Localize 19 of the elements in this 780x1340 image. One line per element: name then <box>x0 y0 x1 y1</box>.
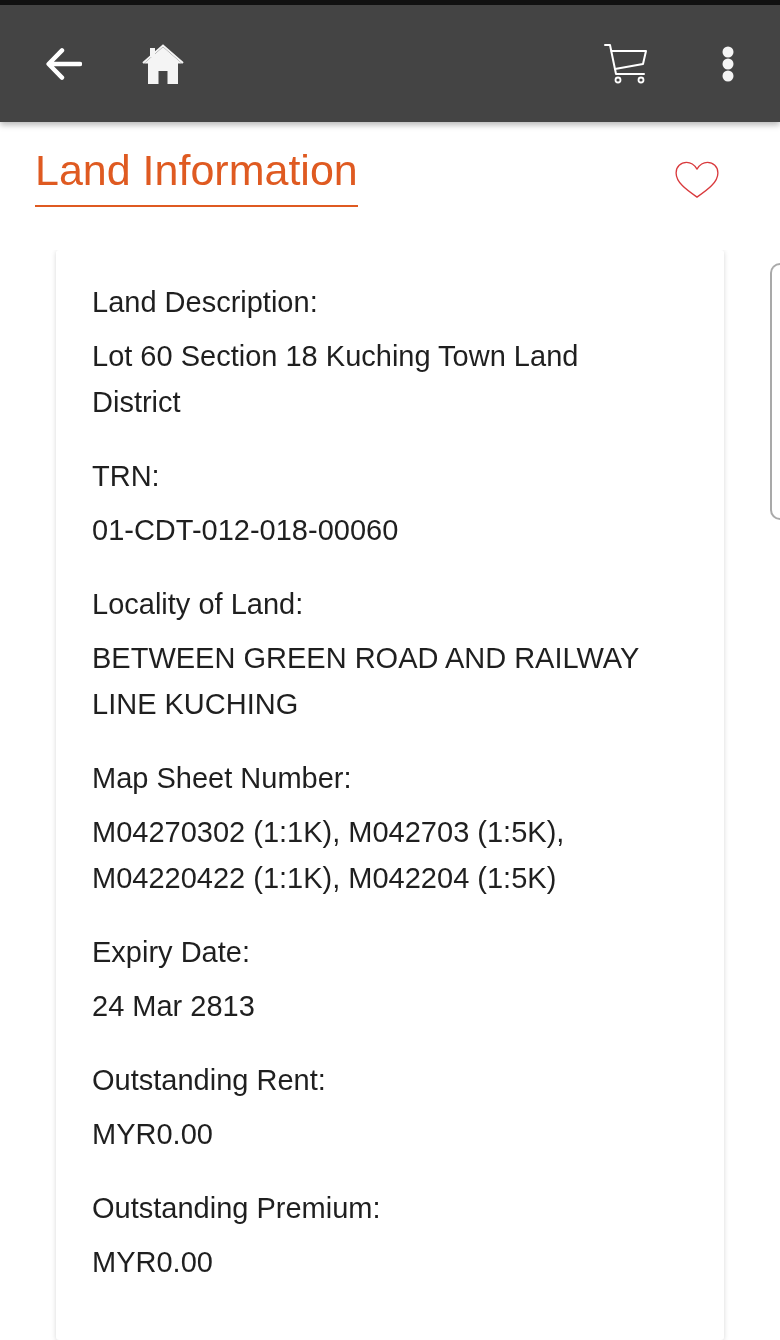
back-arrow-icon <box>46 45 82 82</box>
field-label: TRN: <box>92 459 161 494</box>
field-label: Locality of Land: <box>92 587 305 622</box>
house-icon <box>142 43 184 84</box>
field-value: Lot 60 Section 18 Kuching Town Land District <box>92 339 580 420</box>
page-title: Land Information <box>35 145 358 207</box>
field-value: 24 Mar 2813 <box>92 989 256 1024</box>
field-label: Expiry Date: <box>92 935 251 970</box>
cart-icon <box>604 43 648 84</box>
field-label: Map Sheet Number: <box>92 761 353 796</box>
field-value: M04270302 (1:1K), M042703 (1:5K), M04220422 (1:1K), M042204 (1:5K) <box>92 815 566 896</box>
field-value: BETWEEN GREEN ROAD AND RAILWAY LINE KUCHING <box>92 641 640 722</box>
field-value: 01-CDT-012-018-00060 <box>92 513 400 548</box>
field-value: MYR0.00 <box>92 1117 214 1152</box>
field-value: MYR0.00 <box>92 1245 214 1280</box>
more-options-icon <box>722 45 734 82</box>
field-label: Land Description: <box>92 285 319 320</box>
field-label: Outstanding Rent: <box>92 1063 327 1098</box>
field-label: Outstanding Premium: <box>92 1191 382 1226</box>
